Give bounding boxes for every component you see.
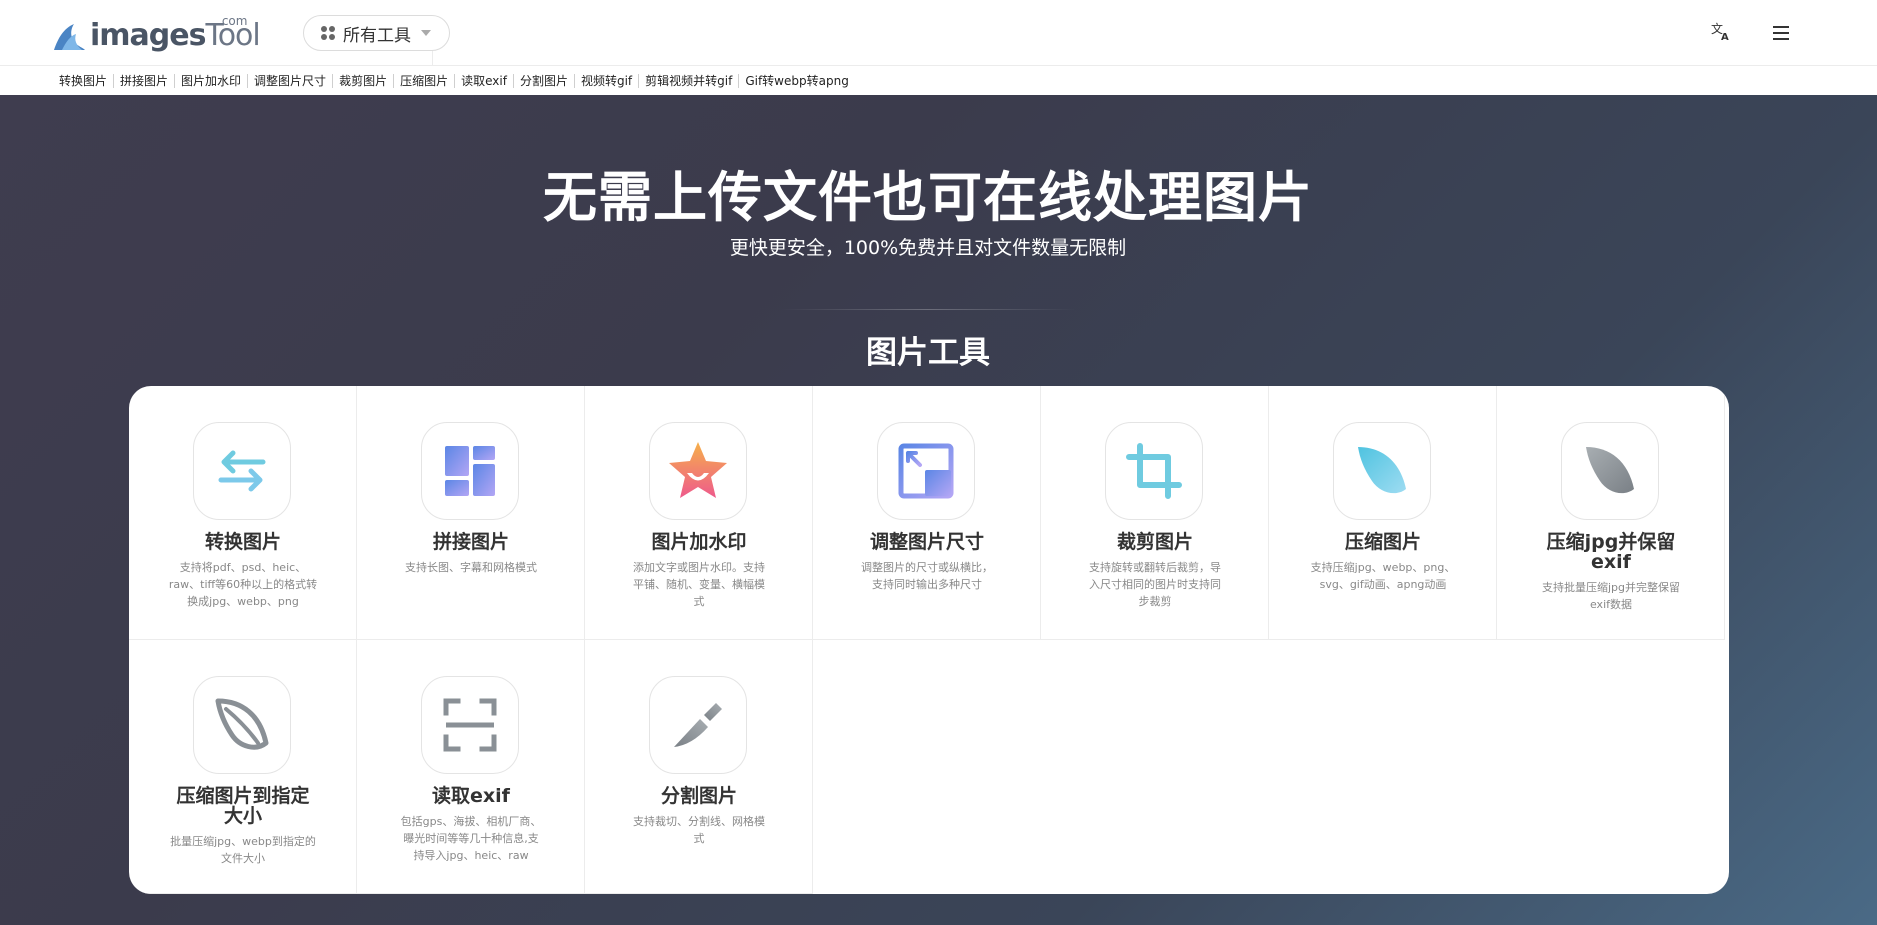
quick-nav-bar: 转换图片 拼接图片 图片加水印 调整图片尺寸 裁剪图片 压缩图片 读取exif … [0,66,1877,95]
tool-desc: 调整图片的尺寸或纵横比， 支持同时输出多种尺寸 [861,561,993,591]
hero-subtitle: 更快更安全，100%免费并且对文件数量无限制 [729,237,1127,259]
watermark-star-icon [649,422,747,520]
tool-desc: 添加文字或图片水印。支持 平铺、随机、变量、横幅模式 [633,561,765,608]
crop-icon [1105,422,1203,520]
tool-desc: 支持压缩jpg、webp、png、 svg、gif动画、apng动画 [1310,561,1456,591]
logo-domain: .com [218,14,248,28]
hamburger-menu-icon[interactable] [1768,20,1794,46]
quicknav-crop[interactable]: 裁剪图片 [332,73,393,88]
tool-name: 分割图片 [660,785,737,807]
quicknav-watermark[interactable]: 图片加水印 [174,73,247,88]
tools-grid: 转换图片 支持将pdf、psd、heic、 raw、tiff等60种以上的格式转换… [129,386,1729,894]
tool-compress-jpg-exif[interactable]: 压缩jpg并保留 exif 支持批量压缩jpg并完整保留 exif数据 [1497,386,1725,640]
scan-frame-icon [421,676,519,774]
tool-name: 压缩图片到指定 大小 [176,785,310,827]
convert-arrows-icon [193,422,291,520]
hero-divider [780,309,1076,310]
quicknav-clip-gif[interactable]: 剪辑视频并转gif [638,73,738,88]
translate-icon: 文 A [1711,21,1729,43]
svg-text:A: A [1721,32,1729,42]
tool-desc: 支持批量压缩jpg并完整保留 exif数据 [1541,581,1681,611]
tool-name: 调整图片尺寸 [869,531,984,553]
quicknav-split[interactable]: 分割图片 [512,73,574,88]
hero-title: 无需上传文件也可在线处理图片 [543,166,1313,229]
tool-name: 图片加水印 [651,531,747,553]
language-button[interactable]: 文 A [1708,20,1734,46]
quicknav-resize[interactable]: 调整图片尺寸 [247,73,332,88]
quicknav-compress[interactable]: 压缩图片 [393,73,454,88]
wave-logo-icon [52,18,86,52]
tool-read-exif[interactable]: 读取exif 包括gps、海拔、相机厂商、 曝光时间等等几十种信息,支 持导入jpg… [357,640,585,894]
tool-stitch[interactable]: 拼接图片 支持长图、字幕和网格模式 [357,386,585,640]
tool-name: 裁剪图片 [1116,531,1193,553]
quicknav-convert[interactable]: 转换图片 [59,74,113,88]
tool-watermark[interactable]: 图片加水印 添加文字或图片水印。支持 平铺、随机、变量、横幅模式 [585,386,813,640]
tool-desc: 包括gps、海拔、相机厂商、 曝光时间等等几十种信息,支 持导入jpg、heic、r… [400,815,542,862]
feather-gray-icon [1561,422,1659,520]
tool-name: 读取exif [432,785,510,807]
quicknav-stitch[interactable]: 拼接图片 [113,73,174,88]
resize-image-icon [877,422,975,520]
tool-desc: 批量压缩jpg、webp到指定的 文件大小 [170,835,316,865]
tool-desc: 支持旋转或翻转后裁剪，导 入尺寸相同的图片时支持同 步裁剪 [1089,561,1221,608]
all-tools-label: 所有工具 [343,25,411,46]
top-header: images Tool .com 所有工具 文 A [0,0,1877,274]
tool-convert[interactable]: 转换图片 支持将pdf、psd、heic、 raw、tiff等60种以上的格式转换… [129,386,357,640]
grid-dots-icon [321,26,335,40]
all-tools-dropdown[interactable]: 所有工具 [303,15,450,51]
tool-name: 压缩jpg并保留 exif [1546,531,1676,573]
tool-name: 拼接图片 [432,531,509,553]
tool-compress[interactable]: 压缩图片 支持压缩jpg、webp、png、 svg、gif动画、apng动画 [1269,386,1497,640]
tool-desc: 支持将pdf、psd、heic、 raw、tiff等60种以上的格式转 换成jpg、… [168,561,318,608]
tool-split[interactable]: 分割图片 支持裁切、分割线、网格模式 [585,640,813,894]
tool-name: 转换图片 [204,531,281,553]
tool-resize[interactable]: 调整图片尺寸 调整图片的尺寸或纵横比， 支持同时输出多种尺寸 [813,386,1041,640]
site-logo[interactable]: images Tool .com [52,12,434,274]
tool-crop[interactable]: 裁剪图片 支持旋转或翻转后裁剪，导 入尺寸相同的图片时支持同 步裁剪 [1041,386,1269,640]
feather-compress-icon [1333,422,1431,520]
chevron-down-icon [421,30,431,36]
quicknav-video-gif[interactable]: 视频转gif [573,73,638,88]
tool-desc: 支持裁切、分割线、网格模式 [633,815,765,845]
quicknav-gif-webp[interactable]: Gif转webp转apng [738,73,854,88]
collage-grid-icon [421,422,519,520]
tool-compress-to-size[interactable]: 压缩图片到指定 大小 批量压缩jpg、webp到指定的 文件大小 [129,640,357,894]
feather-outline-icon [193,676,291,774]
logo-text: images Tool [90,20,434,274]
tool-desc: 支持长图、字幕和网格模式 [405,561,537,574]
tool-name: 压缩图片 [1344,531,1421,553]
section-title: 图片工具 [866,335,990,371]
quicknav-exif[interactable]: 读取exif [454,73,513,88]
knife-split-icon [649,676,747,774]
